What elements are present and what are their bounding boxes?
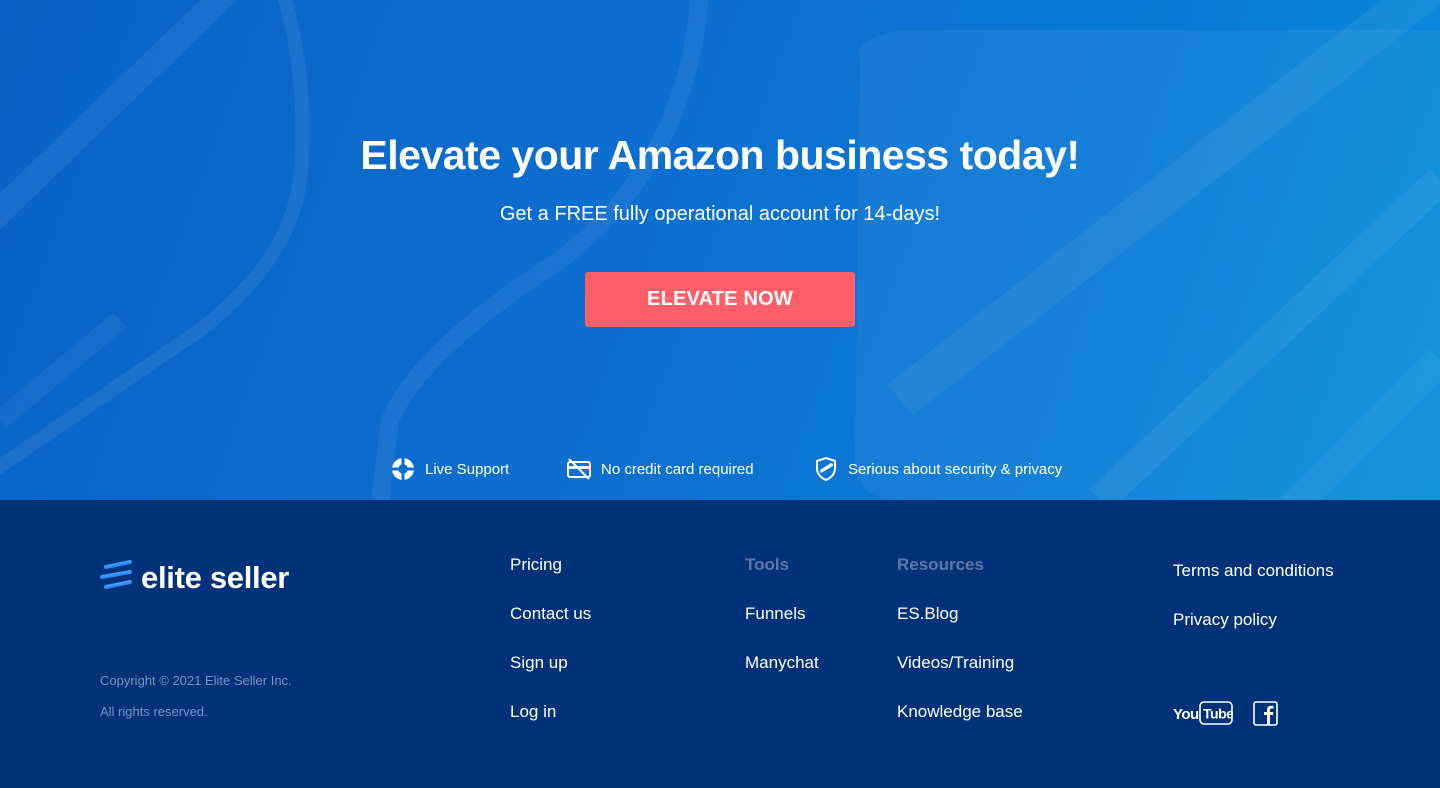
feature-no-credit-card: No credit card required bbox=[566, 454, 754, 484]
manychat-link[interactable]: Manychat bbox=[745, 653, 819, 673]
social-links: You Tube bbox=[1173, 700, 1278, 726]
hero-section: Elevate your Amazon business today! Get … bbox=[0, 0, 1440, 500]
svg-text:Tube: Tube bbox=[1203, 706, 1233, 722]
rights-text: All rights reserved. bbox=[100, 704, 208, 719]
es-blog-link[interactable]: ES.Blog bbox=[897, 604, 958, 624]
copyright-text: Copyright © 2021 Elite Seller Inc. bbox=[100, 673, 292, 688]
shield-icon bbox=[813, 456, 839, 482]
feature-label: Live Support bbox=[425, 460, 510, 478]
svg-text:You: You bbox=[1173, 706, 1199, 723]
logo-mark-icon bbox=[100, 558, 134, 597]
funnels-link[interactable]: Funnels bbox=[745, 604, 805, 624]
facebook-icon[interactable] bbox=[1253, 700, 1278, 726]
feature-label: Serious about security & privacy bbox=[848, 460, 1063, 478]
privacy-policy-link[interactable]: Privacy policy bbox=[1173, 610, 1277, 630]
hero-subline: Get a FREE fully operational account for… bbox=[499, 203, 941, 225]
elevate-now-button[interactable]: ELEVATE NOW bbox=[585, 272, 855, 327]
feature-label: No credit card required bbox=[601, 460, 754, 478]
hero-headline: Elevate your Amazon business today! bbox=[360, 132, 1080, 178]
videos-training-link[interactable]: Videos/Training bbox=[897, 653, 1014, 673]
sign-up-link[interactable]: Sign up bbox=[510, 653, 568, 673]
feature-live-support: Live Support bbox=[390, 454, 509, 484]
resources-heading: Resources bbox=[897, 555, 984, 574]
feature-list: Live Support No credit card required Ser… bbox=[0, 454, 1440, 484]
knowledge-base-link[interactable]: Knowledge base bbox=[897, 702, 1023, 722]
feature-security: Serious about security & privacy bbox=[813, 454, 1062, 484]
terms-link[interactable]: Terms and conditions bbox=[1173, 561, 1334, 581]
contact-us-link[interactable]: Contact us bbox=[510, 604, 591, 624]
brand-name: elite seller bbox=[141, 559, 290, 595]
pricing-link[interactable]: Pricing bbox=[510, 555, 562, 575]
youtube-icon[interactable]: You Tube bbox=[1173, 700, 1233, 726]
site-footer bbox=[0, 500, 1440, 788]
log-in-link[interactable]: Log in bbox=[510, 702, 556, 722]
elite-seller-logo[interactable]: elite seller bbox=[100, 558, 289, 597]
tools-heading: Tools bbox=[745, 555, 790, 574]
no-credit-card-icon bbox=[566, 456, 592, 482]
lifebuoy-icon bbox=[390, 456, 416, 482]
